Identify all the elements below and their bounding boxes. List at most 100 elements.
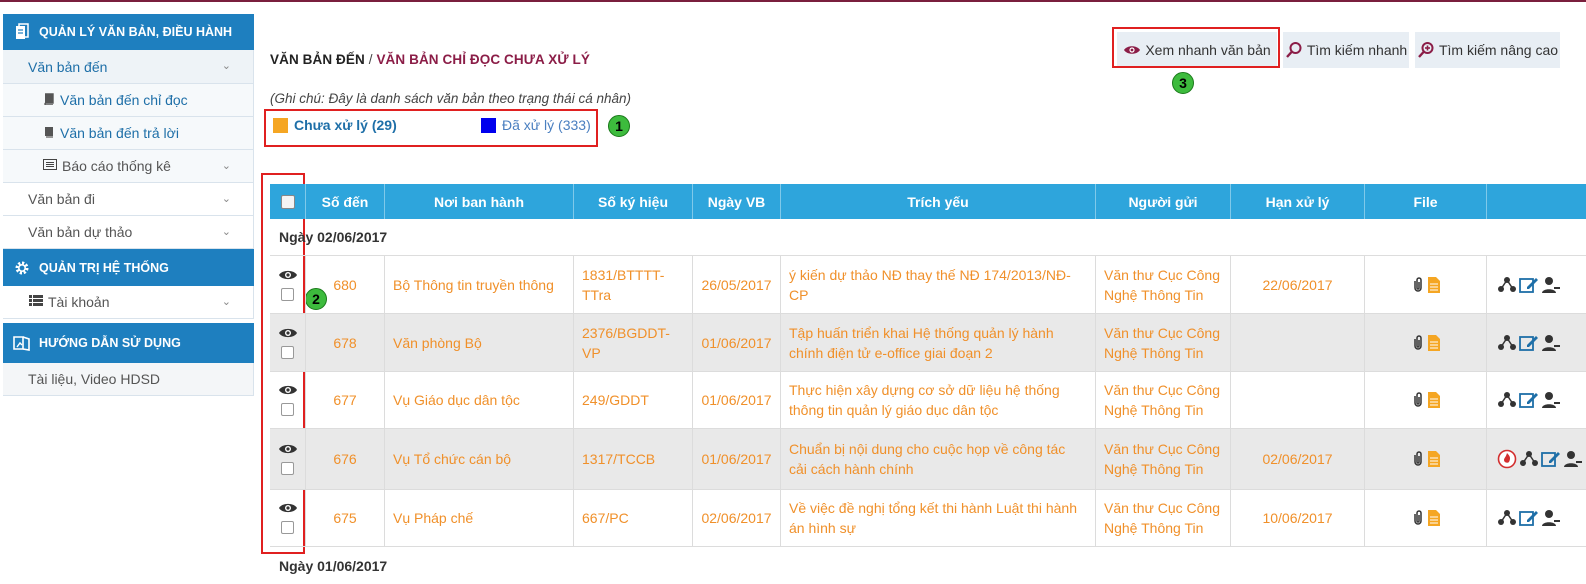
cell-summary[interactable]: Tập huấn triển khai Hệ thống quản lý hàn… — [781, 314, 1096, 371]
cell-sender[interactable]: Văn thư Cục Công Nghệ Thông Tin — [1096, 314, 1231, 371]
cell-issuer[interactable]: Vụ Giáo dục dân tộc — [385, 372, 574, 428]
sidebar-item-incoming-reply[interactable]: Văn bản đến trả lời — [3, 117, 254, 150]
cell-number[interactable]: 675 — [306, 490, 385, 546]
cell-date[interactable]: 01/06/2017 — [693, 314, 781, 371]
edit-icon[interactable] — [1519, 333, 1539, 353]
eye-icon[interactable] — [278, 327, 298, 339]
file-icon[interactable] — [1427, 334, 1440, 351]
sidebar-item-incoming-readonly[interactable]: Văn bản đến chỉ đọc — [3, 84, 254, 117]
column-header-sender[interactable]: Người gửi — [1096, 184, 1231, 219]
assign-user-icon[interactable] — [1541, 390, 1561, 410]
cell-sender[interactable]: Văn thư Cục Công Nghệ Thông Tin — [1096, 372, 1231, 428]
edit-icon[interactable] — [1541, 449, 1561, 469]
share-icon[interactable] — [1497, 275, 1517, 295]
sidebar-section-document-management[interactable]: QUẢN LÝ VĂN BẢN, ĐIỀU HÀNH — [3, 14, 254, 50]
eye-icon[interactable] — [278, 502, 298, 514]
advanced-search-button[interactable]: Tìm kiếm nâng cao — [1415, 32, 1560, 68]
assign-user-icon[interactable] — [1541, 508, 1561, 528]
select-all-checkbox[interactable] — [280, 194, 295, 209]
share-icon[interactable] — [1497, 390, 1517, 410]
cell-sender[interactable]: Văn thư Cục Công Nghệ Thông Tin — [1096, 429, 1231, 489]
cell-summary[interactable]: Chuẩn bị nội dung cho cuộc họp về công t… — [781, 429, 1096, 489]
paperclip-icon[interactable] — [1412, 510, 1424, 526]
sidebar-item-account[interactable]: Tài khoản ⌄ — [3, 286, 254, 319]
sidebar-section-system-admin[interactable]: QUẢN TRỊ HỆ THỐNG — [3, 249, 254, 286]
assign-user-icon[interactable] — [1563, 449, 1583, 469]
cell-code[interactable]: 667/PC — [574, 490, 693, 546]
paperclip-icon[interactable] — [1412, 392, 1424, 408]
paperclip-icon[interactable] — [1412, 451, 1424, 467]
sidebar-item-incoming[interactable]: Văn bản đến ⌄ — [3, 50, 254, 84]
cell-issuer[interactable]: Vụ Pháp chế — [385, 490, 574, 546]
cell-issuer[interactable]: Bộ Thông tin truyền thông — [385, 256, 574, 313]
row-checkbox[interactable] — [281, 462, 294, 475]
eye-icon[interactable] — [278, 269, 298, 281]
cell-number[interactable]: 680 — [306, 256, 385, 313]
assign-user-icon[interactable] — [1541, 333, 1561, 353]
share-icon[interactable] — [1497, 508, 1517, 528]
cell-sender[interactable]: Văn thư Cục Công Nghệ Thông Tin — [1096, 256, 1231, 313]
cell-due[interactable]: 02/06/2017 — [1231, 429, 1365, 489]
sidebar-item-outgoing[interactable]: Văn bản đi ⌄ — [3, 183, 254, 216]
quick-search-button[interactable]: Tìm kiếm nhanh — [1283, 32, 1409, 68]
cell-summary[interactable]: Thực hiện xây dựng cơ sở dữ liệu hệ thốn… — [781, 372, 1096, 428]
row-checkbox[interactable] — [281, 521, 294, 534]
annotation-badge-3: 3 — [1172, 72, 1194, 94]
cell-date[interactable]: 01/06/2017 — [693, 372, 781, 428]
row-checkbox[interactable] — [281, 345, 294, 359]
cell-summary[interactable]: ý kiến dự thảo NĐ thay thế NĐ 174/2013/N… — [781, 256, 1096, 313]
cell-date[interactable]: 26/05/2017 — [693, 256, 781, 313]
guide-book-icon — [13, 333, 31, 353]
cell-due[interactable] — [1231, 314, 1365, 371]
cell-code[interactable]: 2376/BGDDT-VP — [574, 314, 693, 371]
paperclip-icon[interactable] — [1412, 334, 1424, 351]
cell-code[interactable]: 1317/TCCB — [574, 429, 693, 489]
sidebar-item-draft[interactable]: Văn bản dự thảo ⌄ — [3, 216, 254, 249]
cell-number[interactable]: 676 — [306, 429, 385, 489]
share-icon[interactable] — [1497, 333, 1517, 353]
column-header-due[interactable]: Hạn xử lý — [1231, 184, 1365, 219]
row-checkbox[interactable] — [281, 403, 294, 416]
cell-number[interactable]: 677 — [306, 372, 385, 428]
edit-icon[interactable] — [1519, 390, 1539, 410]
sidebar-section-user-guide[interactable]: HƯỚNG DẪN SỬ DỤNG — [3, 323, 254, 363]
assign-user-icon[interactable] — [1541, 275, 1561, 295]
cell-code[interactable]: 1831/BTTTT-TTra — [574, 256, 693, 313]
cell-sender[interactable]: Văn thư Cục Công Nghệ Thông Tin — [1096, 490, 1231, 546]
paperclip-icon[interactable] — [1412, 276, 1424, 293]
column-header-code[interactable]: Số ký hiệu — [574, 184, 693, 219]
row-checkbox[interactable] — [281, 287, 294, 301]
share-icon[interactable] — [1519, 449, 1539, 469]
file-icon[interactable] — [1427, 451, 1440, 467]
column-header-date[interactable]: Ngày VB — [693, 184, 781, 219]
edit-icon[interactable] — [1519, 508, 1539, 528]
cell-due[interactable]: 10/06/2017 — [1231, 490, 1365, 546]
table-row[interactable]: 677 Vụ Giáo dục dân tộc 249/GDDT 01/06/2… — [270, 372, 1586, 429]
cell-issuer[interactable]: Vụ Tổ chức cán bộ — [385, 429, 574, 489]
table-row[interactable]: 675 Vụ Pháp chế 667/PC 02/06/2017 Về việ… — [270, 490, 1586, 547]
cell-number[interactable]: 678 — [306, 314, 385, 371]
file-icon[interactable] — [1427, 392, 1440, 408]
edit-icon[interactable] — [1519, 275, 1539, 295]
eye-icon[interactable] — [278, 443, 298, 455]
table-row[interactable]: 676 Vụ Tổ chức cán bộ 1317/TCCB 01/06/20… — [270, 429, 1586, 490]
table-header: Số đến Nơi ban hành Số ký hiệu Ngày VB T… — [270, 184, 1586, 219]
cell-date[interactable]: 02/06/2017 — [693, 490, 781, 546]
column-header-number[interactable]: Số đến — [306, 184, 385, 219]
cell-summary[interactable]: Về việc đề nghị tổng kết thi hành Luật t… — [781, 490, 1096, 546]
table-row[interactable]: 680 Bộ Thông tin truyền thông 1831/BTTTT… — [270, 256, 1586, 314]
column-header-summary[interactable]: Trích yếu — [781, 184, 1096, 219]
eye-icon[interactable] — [278, 384, 298, 396]
table-row[interactable]: 678 Văn phòng Bộ 2376/BGDDT-VP 01/06/201… — [270, 314, 1586, 372]
file-icon[interactable] — [1427, 510, 1440, 526]
sidebar-item-report[interactable]: Báo cáo thống kê ⌄ — [3, 150, 254, 183]
cell-date[interactable]: 01/06/2017 — [693, 429, 781, 489]
sidebar-item-docs-video[interactable]: Tài liệu, Video HDSD — [3, 363, 254, 396]
cell-due[interactable] — [1231, 372, 1365, 428]
breadcrumb-root[interactable]: VĂN BẢN ĐẾN — [270, 52, 365, 67]
cell-issuer[interactable]: Văn phòng Bộ — [385, 314, 574, 371]
cell-code[interactable]: 249/GDDT — [574, 372, 693, 428]
file-icon[interactable] — [1427, 276, 1440, 293]
cell-due[interactable]: 22/06/2017 — [1231, 256, 1365, 313]
column-header-issuer[interactable]: Nơi ban hành — [385, 184, 574, 219]
